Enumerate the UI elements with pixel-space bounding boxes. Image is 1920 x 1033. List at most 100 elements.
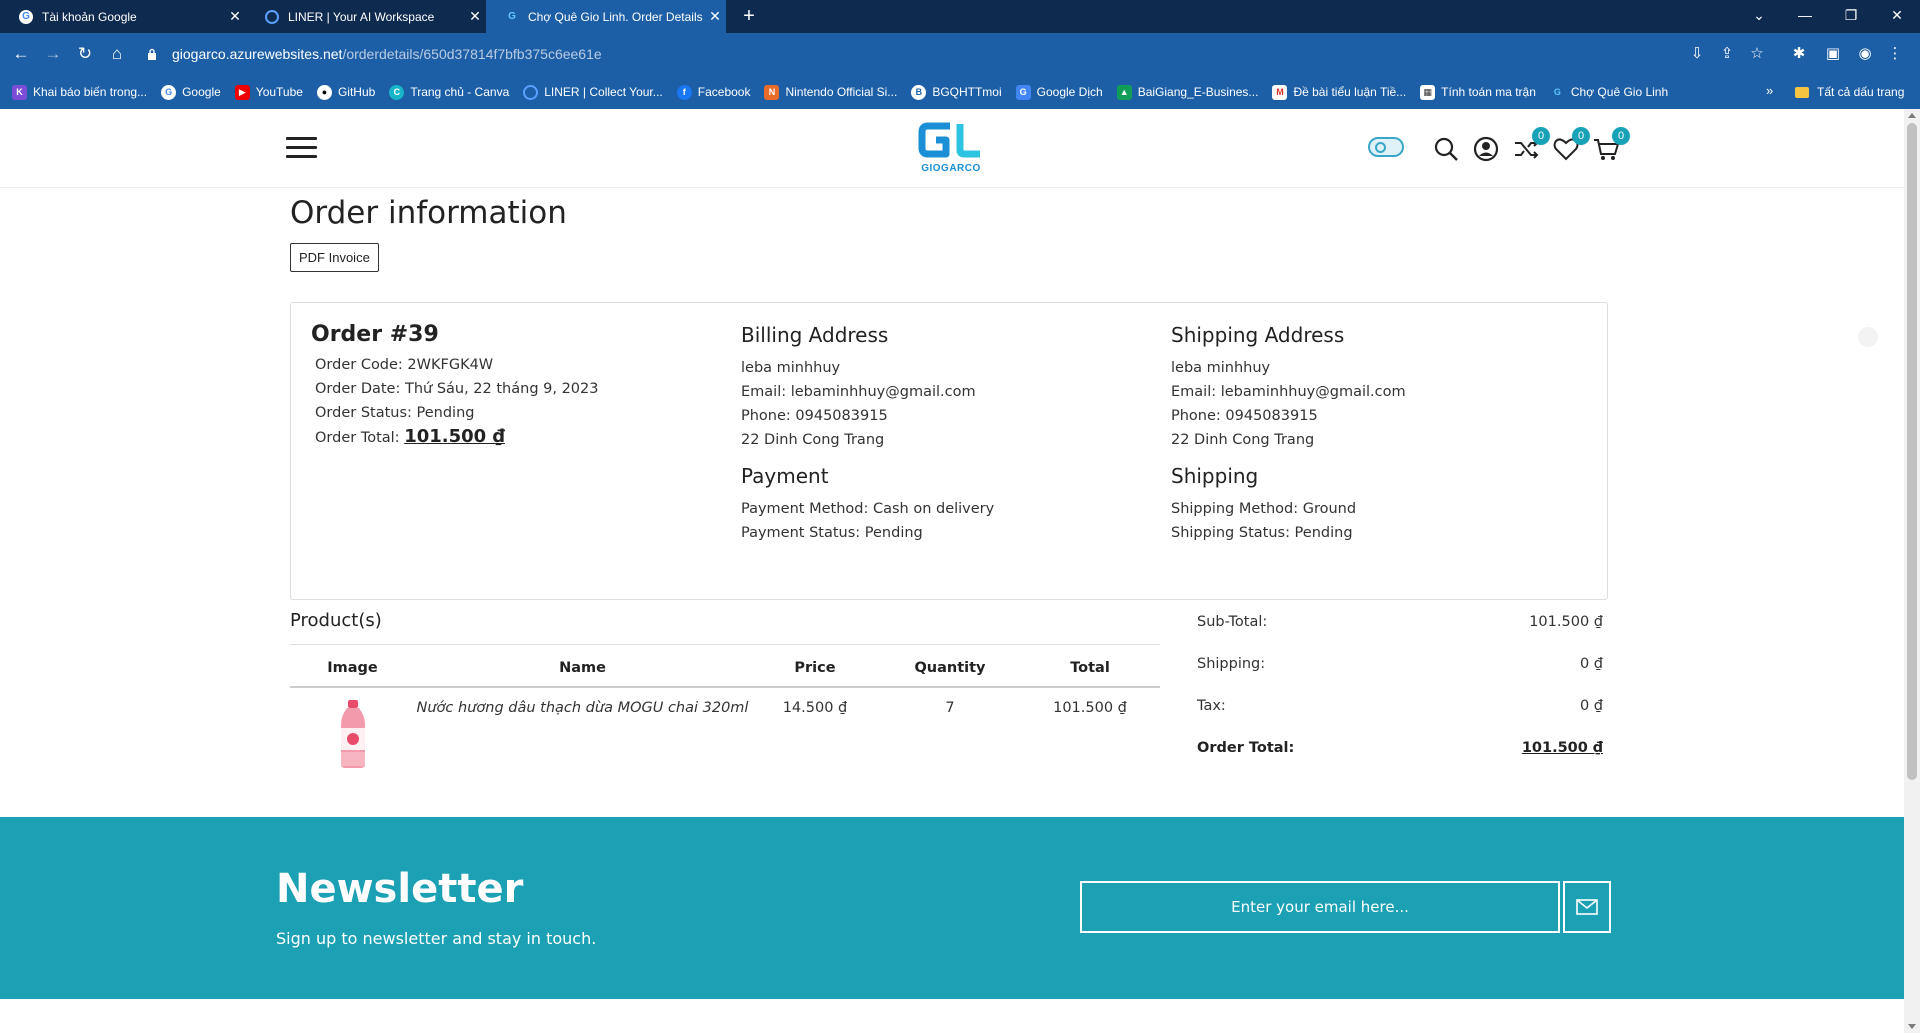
url-field[interactable]: giogarco.azurewebsites.net/orderdetails/… — [142, 39, 1672, 69]
extensions-icon[interactable]: ✱ — [1788, 43, 1810, 65]
bookmark-item[interactable]: ● GitHub — [316, 84, 375, 100]
bookmarks-more-button[interactable]: » — [1766, 83, 1773, 98]
bookmark-item[interactable]: LINER | Collect Your... — [523, 84, 663, 100]
shipping-phone: Phone: 0945083915 — [1171, 408, 1318, 424]
scroll-up-icon[interactable] — [1908, 113, 1916, 118]
bookmark-item[interactable]: C Trang chủ - Canva — [389, 84, 509, 100]
product-quantity: 7 — [945, 700, 955, 716]
order-status: Order Status: Pending — [315, 405, 475, 421]
forward-button[interactable]: → — [40, 41, 66, 67]
restore-button[interactable]: ❐ — [1828, 0, 1874, 33]
bookmark-item[interactable]: G Chợ Quê Gio Linh — [1550, 85, 1668, 100]
facebook-icon: f — [676, 84, 692, 100]
shipping-street: 22 Dinh Cong Trang — [1171, 432, 1315, 448]
wishlist-heart-icon[interactable]: 0 — [1552, 127, 1590, 163]
tab-order-details[interactable]: G Chợ Quê Gio Linh. Order Details ✕ — [486, 0, 726, 33]
pdf-invoice-button[interactable]: PDF Invoice — [290, 243, 379, 272]
theme-toggle[interactable] — [1368, 137, 1404, 157]
bookmark-item[interactable]: M Đề bài tiểu luận Tiề... — [1272, 84, 1406, 100]
bookmark-item[interactable]: B BGQHTTmoi — [911, 84, 1002, 100]
col-header-price: Price — [750, 644, 880, 688]
site-logo[interactable]: GIOGARCO — [916, 120, 986, 178]
compare-icon[interactable]: 0 — [1512, 127, 1550, 163]
close-icon[interactable]: ✕ — [464, 8, 486, 25]
order-content: Order information PDF Invoice Order #39 … — [290, 189, 1608, 768]
product-name-link[interactable]: Nước hương dâu thạch dừa MOGU chai 320ml — [415, 687, 750, 782]
bookmark-item[interactable]: ▶ YouTube — [234, 84, 303, 100]
close-window-button[interactable]: ✕ — [1874, 0, 1920, 33]
logo-text: GIOGARCO — [921, 163, 981, 174]
product-image-cell — [290, 687, 415, 782]
order-info-column: Order #39 Order Code: 2WKFGK4W Order Dat… — [311, 323, 711, 450]
bookmark-item[interactable]: f Facebook — [676, 84, 750, 100]
tab-search-icon[interactable]: ⌄ — [1736, 0, 1782, 33]
payment-method: Payment Method: Cash on delivery — [741, 501, 995, 517]
hamburger-menu-icon[interactable] — [286, 137, 317, 159]
user-account-icon[interactable] — [1472, 135, 1500, 163]
bookmark-star-icon[interactable]: ☆ — [1746, 43, 1768, 65]
newsletter-subtitle: Sign up to newsletter and stay in touch. — [276, 929, 597, 948]
order-totals: Sub-Total: 101.500 ₫ Shipping: 0 ₫ Tax: … — [1197, 610, 1607, 778]
home-button[interactable]: ⌂ — [104, 41, 130, 67]
bookmarks-bar: K Khai báo biến trong... G Google ▶ YouTube… — [0, 75, 1920, 109]
billing-address: 22 Dinh Cong Trang — [741, 432, 885, 448]
liner-icon — [523, 84, 539, 100]
newsletter-submit-button[interactable] — [1563, 881, 1611, 933]
reload-button[interactable]: ↻ — [72, 41, 98, 67]
logo-mark-icon — [918, 122, 980, 158]
grand-total-row: Order Total: 101.500 ₫ — [1197, 736, 1607, 778]
google-icon: G — [161, 84, 177, 100]
subtotal-row: Sub-Total: 101.500 ₫ — [1197, 610, 1607, 652]
profile-icon[interactable]: ◉ — [1854, 43, 1876, 65]
payment-status: Payment Status: Pending — [741, 525, 923, 541]
shipping-address-heading: Shipping Address — [1171, 323, 1345, 347]
product-image[interactable] — [337, 700, 369, 770]
minimize-button[interactable]: — — [1782, 0, 1828, 33]
tab-liner[interactable]: LINER | Your AI Workspace ✕ — [246, 0, 486, 33]
bookmark-item[interactable]: N Nintendo Official Si... — [764, 84, 897, 100]
col-header-quantity: Quantity — [880, 644, 1020, 688]
bookmark-item[interactable]: G Google Dịch — [1015, 84, 1103, 100]
sidepanel-icon[interactable]: ▣ — [1822, 43, 1844, 65]
shipping-column: Shipping Address leba minhhuy Email: leb… — [1171, 323, 1571, 545]
cart-icon[interactable]: 0 — [1592, 127, 1630, 163]
close-icon[interactable]: ✕ — [704, 8, 726, 25]
giogarco-icon: G — [508, 11, 516, 22]
shipping-cost-row: Shipping: 0 ₫ — [1197, 652, 1607, 694]
side-widget-icon[interactable] — [1858, 327, 1878, 347]
table-row: Nước hương dâu thạch dừa MOGU chai 320ml… — [290, 687, 1160, 782]
product-total: 101.500 ₫ — [1053, 700, 1127, 716]
close-icon[interactable]: ✕ — [224, 8, 246, 25]
back-button[interactable]: ← — [8, 41, 34, 67]
tab-title: Tài khoản Google — [42, 9, 137, 24]
bookmark-item[interactable]: ▦ Tính toán ma trận — [1420, 84, 1536, 100]
shipping-heading: Shipping — [1171, 464, 1259, 488]
col-header-total: Total — [1020, 644, 1160, 688]
new-tab-button[interactable]: + — [738, 5, 760, 27]
bookmark-item[interactable]: G Google — [161, 84, 221, 100]
newsletter-email-input[interactable]: Enter your email here... — [1080, 881, 1560, 933]
scroll-down-icon[interactable] — [1908, 1024, 1916, 1029]
bookmark-item[interactable]: ▲ BaiGiang_E-Busines... — [1116, 84, 1258, 100]
share-icon[interactable]: ⇪ — [1716, 43, 1738, 65]
tab-google-account[interactable]: G Tài khoản Google ✕ — [0, 0, 246, 33]
wishlist-count-badge: 0 — [1572, 127, 1590, 145]
sun-icon — [1375, 142, 1386, 153]
drive-icon: ▲ — [1116, 84, 1132, 100]
shipping-name: leba minhhuy — [1171, 360, 1271, 376]
order-date: Order Date: Thứ Sáu, 22 tháng 9, 2023 — [315, 381, 599, 397]
bookmark-icon: K — [12, 84, 27, 100]
page-scrollbar[interactable] — [1904, 109, 1920, 1033]
newsletter-title: Newsletter — [276, 866, 524, 912]
tax-label: Tax: — [1197, 698, 1226, 714]
bookmark-item[interactable]: K Khai báo biến trong... — [12, 84, 147, 100]
grand-total-value: 101.500 ₫ — [1521, 740, 1603, 756]
all-bookmarks-button[interactable]: Tất cả dấu trang — [1795, 75, 1904, 109]
subtotal-value: 101.500 ₫ — [1529, 614, 1603, 630]
scroll-thumb[interactable] — [1907, 123, 1917, 780]
search-icon[interactable] — [1432, 135, 1460, 163]
col-header-name: Name — [415, 644, 750, 688]
install-icon[interactable]: ⇩ — [1686, 43, 1708, 65]
folder-icon — [1795, 86, 1809, 98]
menu-icon[interactable]: ⋮ — [1884, 43, 1906, 65]
